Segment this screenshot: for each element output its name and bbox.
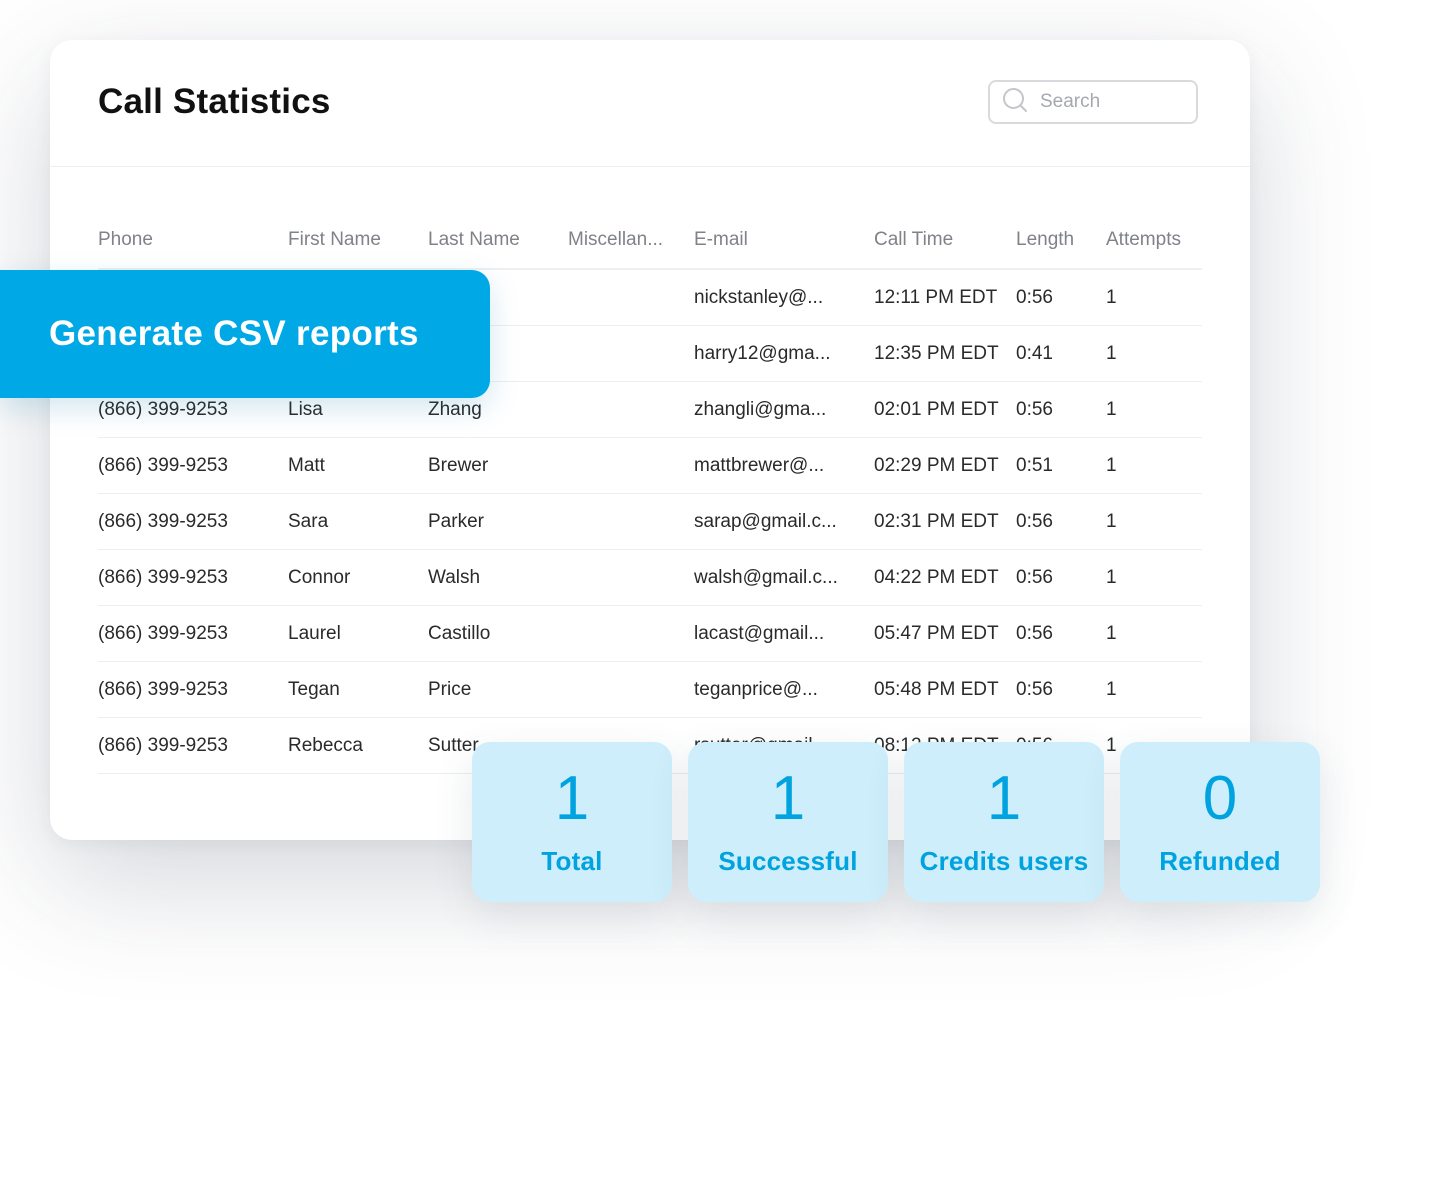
column-header-first-name[interactable]: First Name — [288, 212, 428, 270]
header-divider — [50, 166, 1250, 167]
cell-length: 0:56 — [1016, 381, 1106, 438]
cell-miscellaneous — [568, 661, 694, 718]
search-icon — [1002, 87, 1028, 118]
cell-last-name: Castillo — [428, 605, 568, 662]
cell-attempts: 1 — [1106, 549, 1202, 606]
stat-label: Credits users — [919, 846, 1089, 876]
cell-attempts: 1 — [1106, 605, 1202, 662]
cell-first-name: Laurel — [288, 605, 428, 662]
table-row[interactable]: (866) 399-9253 Matt Brewer mattbrewer@... 02… — [98, 437, 1202, 494]
cell-first-name: Tegan — [288, 661, 428, 718]
generate-csv-label: Generate CSV reports — [49, 314, 419, 353]
stat-label: Refunded — [1159, 846, 1281, 876]
cell-phone: (866) 399-9253 — [98, 437, 288, 494]
cell-call-time: 04:22 PM EDT — [874, 549, 1016, 606]
cell-call-time: 05:48 PM EDT — [874, 661, 1016, 718]
cell-attempts: 1 — [1106, 269, 1202, 326]
cell-call-time: 02:29 PM EDT — [874, 437, 1016, 494]
cell-email: lacast@gmail... — [694, 605, 874, 662]
stat-value: 1 — [554, 764, 590, 833]
cell-email: walsh@gmail.c... — [694, 549, 874, 606]
stat-value: 1 — [986, 764, 1022, 833]
cell-last-name: Walsh — [428, 549, 568, 606]
stat-label: Total — [541, 846, 603, 876]
cell-attempts: 1 — [1106, 381, 1202, 438]
cell-miscellaneous — [568, 493, 694, 550]
table-row[interactable]: (866) 399-9253 Connor Walsh walsh@gmail.c..… — [98, 549, 1202, 606]
cell-first-name: Connor — [288, 549, 428, 606]
stat-value: 0 — [1202, 764, 1238, 833]
cell-length: 0:51 — [1016, 437, 1106, 494]
cell-call-time: 12:35 PM EDT — [874, 325, 1016, 382]
cell-length: 0:56 — [1016, 269, 1106, 326]
stat-tile-refunded: 0 Refunded — [1120, 742, 1320, 902]
cell-email: teganprice@... — [694, 661, 874, 718]
stat-tile-successful: 1 Successful — [688, 742, 888, 902]
column-header-last-name[interactable]: Last Name — [428, 212, 568, 270]
call-statistics-panel: Call Statistics Phone First Name Last Na… — [50, 40, 1250, 840]
column-header-email[interactable]: E-mail — [694, 212, 874, 270]
search-input[interactable] — [1040, 91, 1180, 113]
cell-phone: (866) 399-9253 — [98, 661, 288, 718]
search-box[interactable] — [988, 80, 1198, 124]
cell-length: 0:56 — [1016, 605, 1106, 662]
cell-attempts: 1 — [1106, 325, 1202, 382]
cell-miscellaneous — [568, 381, 694, 438]
column-header-attempts[interactable]: Attempts — [1106, 212, 1202, 270]
cell-attempts: 1 — [1106, 437, 1202, 494]
cell-miscellaneous — [568, 325, 694, 382]
stat-tile-credits-users: 1 Credits users — [904, 742, 1104, 902]
table-row[interactable]: (866) 399-9253 Tegan Price teganprice@... 05… — [98, 661, 1202, 718]
stat-label: Successful — [718, 846, 858, 876]
column-header-miscellaneous[interactable]: Miscellan... — [568, 212, 694, 270]
cell-attempts: 1 — [1106, 493, 1202, 550]
cell-miscellaneous — [568, 549, 694, 606]
table-row[interactable]: (866) 399-9253 Laurel Castillo lacast@gmail… — [98, 605, 1202, 662]
cell-first-name: Rebecca — [288, 717, 428, 774]
cell-first-name: Sara — [288, 493, 428, 550]
cell-length: 0:56 — [1016, 661, 1106, 718]
cell-call-time: 02:31 PM EDT — [874, 493, 1016, 550]
stat-value: 1 — [770, 764, 806, 833]
cell-email: nickstanley@... — [694, 269, 874, 326]
cell-miscellaneous — [568, 269, 694, 326]
cell-length: 0:41 — [1016, 325, 1106, 382]
cell-first-name: Matt — [288, 437, 428, 494]
cell-length: 0:56 — [1016, 493, 1106, 550]
table-header-row: Phone First Name Last Name Miscellan... … — [98, 212, 1202, 270]
cell-email: harry12@gma... — [694, 325, 874, 382]
column-header-call-time[interactable]: Call Time — [874, 212, 1016, 270]
cell-phone: (866) 399-9253 — [98, 549, 288, 606]
cell-email: mattbrewer@... — [694, 437, 874, 494]
cell-email: zhangli@gma... — [694, 381, 874, 438]
cell-last-name: Brewer — [428, 437, 568, 494]
column-header-phone[interactable]: Phone — [98, 212, 288, 270]
cell-length: 0:56 — [1016, 549, 1106, 606]
cell-call-time: 05:47 PM EDT — [874, 605, 1016, 662]
cell-attempts: 1 — [1106, 661, 1202, 718]
page-title: Call Statistics — [98, 82, 331, 121]
cell-call-time: 12:11 PM EDT — [874, 269, 1016, 326]
cell-phone: (866) 399-9253 — [98, 717, 288, 774]
table-row[interactable]: (866) 399-9253 Sara Parker sarap@gmail.c...… — [98, 493, 1202, 550]
stat-tile-total: 1 Total — [472, 742, 672, 902]
cell-phone: (866) 399-9253 — [98, 493, 288, 550]
cell-phone: (866) 399-9253 — [98, 605, 288, 662]
generate-csv-banner[interactable]: Generate CSV reports — [0, 270, 490, 398]
cell-last-name: Parker — [428, 493, 568, 550]
cell-last-name: Price — [428, 661, 568, 718]
cell-miscellaneous — [568, 605, 694, 662]
column-header-length[interactable]: Length — [1016, 212, 1106, 270]
cell-call-time: 02:01 PM EDT — [874, 381, 1016, 438]
cell-miscellaneous — [568, 437, 694, 494]
cell-email: sarap@gmail.c... — [694, 493, 874, 550]
